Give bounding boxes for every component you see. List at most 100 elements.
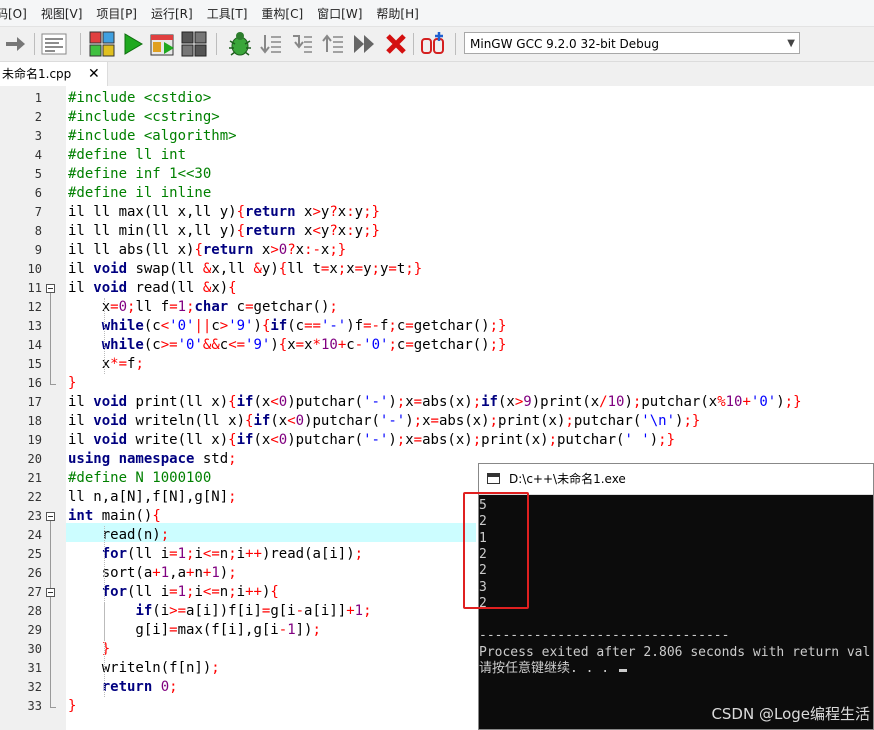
line-number: 7 [34,205,42,219]
fold-toggle-icon[interactable] [46,284,55,293]
code-token: )putchar( [287,432,364,448]
code-token: > [219,318,229,334]
code-token: il [68,261,94,277]
menu-item[interactable]: 窗口[W] [310,5,369,22]
compiler-select[interactable]: MinGW GCC 9.2.0 32-bit Debug ▼ [464,32,800,54]
code-token: = [405,318,414,334]
code-token: 10 [607,394,625,410]
line-number: 2 [34,110,42,124]
code-token: ) [776,394,785,410]
profile-icon[interactable] [419,30,447,58]
code-token: ; [565,413,574,429]
code-token: ; [228,565,237,581]
menu-item[interactable]: 重构[C] [254,5,310,22]
code-token: } [68,698,77,714]
line-number: 3 [34,129,42,143]
menu-item[interactable]: 帮助[H] [369,5,425,22]
code-token: c [219,337,229,353]
code-token: i [236,546,246,562]
line-number: 33 [27,699,42,713]
code-line: il void read(ll &x){ [68,279,237,298]
fold-toggle-icon[interactable] [46,512,55,521]
code-token: x [253,242,271,258]
step-into-icon[interactable] [288,30,316,58]
menu-item[interactable]: 视图[V] [34,5,90,22]
code-line: g[i]=max(f[i],g[i-1]); [68,621,321,640]
code-token: sort(a [68,565,153,581]
code-token: ; [371,261,380,277]
line-number: 1 [34,91,42,105]
code-token: void [93,413,128,429]
console-title: D:\c++\未命名1.exe [509,472,626,486]
code-token: x [405,432,414,448]
menu-item[interactable]: 工具[T] [200,5,255,22]
rebuild-icon[interactable] [180,30,208,58]
code-token: ; [211,660,220,676]
code-line: int main(){ [68,507,161,526]
step-over-icon[interactable] [257,30,285,58]
line-number: 26 [27,566,42,580]
code-token: i [194,584,203,600]
console-separator-text: -------------------------------- [479,628,730,644]
code-token: ;} [784,394,802,410]
code-token: return [202,242,254,258]
code-token: 1 [177,546,187,562]
code-token: ; [186,299,195,315]
line-number: 10 [27,262,42,276]
code-token: ;} [683,413,701,429]
debug-bug-icon[interactable] [226,30,254,58]
line-number: 25 [27,547,42,561]
annotation-highlight-box [463,492,529,609]
code-token: '\n' [641,413,676,429]
code-token: #define ll int [68,147,187,163]
code-line: il void writeln(ll x){if(x<0)putchar('-'… [68,412,700,431]
code-token: abs(x) [422,432,473,448]
menu-item[interactable]: 运行[R] [144,5,200,22]
chevron-down-icon[interactable]: ▼ [787,33,795,55]
tab-file[interactable]: 未命名1.cpp ✕ [0,62,108,86]
code-token: ; [228,546,237,562]
close-icon[interactable]: ✕ [88,62,100,86]
menu-item[interactable]: 码[O] [0,5,34,22]
run-icon[interactable] [119,30,147,58]
code-token: { [228,394,237,410]
code-token: = [169,546,178,562]
code-token: = [245,299,254,315]
code-token: (ll i [127,546,170,562]
line-number: 9 [34,243,42,257]
step-out-icon[interactable] [319,30,347,58]
continue-icon[interactable] [350,30,378,58]
compile-run-icon[interactable] [149,30,177,58]
code-line: #define N 1000100 [68,469,211,488]
code-token: getchar() [413,337,490,353]
code-token: { [278,337,288,353]
code-token: { [278,261,288,277]
code-token: + [346,603,355,619]
console-titlebar[interactable]: D:\c++\未命名1.exe [479,464,873,495]
line-number: 17 [27,395,42,409]
line-number: 8 [34,224,42,238]
stop-icon[interactable] [382,30,410,58]
code-token: * [312,337,321,353]
fold-toggle-icon[interactable] [46,588,55,597]
code-line: il ll max(ll x,ll y){return x>y?x:y;} [68,203,380,222]
code-token: ; [228,489,237,505]
line-number: 16 [27,376,42,390]
line-number: 15 [27,357,42,371]
code-token: && [202,337,220,353]
code-token: int [68,508,94,524]
code-token: ? [287,242,296,258]
syntax-check-icon[interactable] [40,30,68,58]
code-token: ; [388,318,397,334]
compiler-select-value: MinGW GCC 9.2.0 32-bit Debug [470,37,660,51]
console-window[interactable]: D:\c++\未命名1.exe 5 2 1 2 2 3 2 -----------------… [478,463,874,730]
compile-icon[interactable] [88,30,116,58]
menu-item[interactable]: 项目[P] [89,5,144,22]
code-line: } [68,697,76,716]
code-token: '9' [245,337,271,353]
arrow-right-icon[interactable] [2,30,30,58]
line-number-gutter: 1 2 3 4 5 6 7 8 9 10 11 12 13 14 15 16 17 18 19 20 21 22 23 24 2… [0,86,66,730]
